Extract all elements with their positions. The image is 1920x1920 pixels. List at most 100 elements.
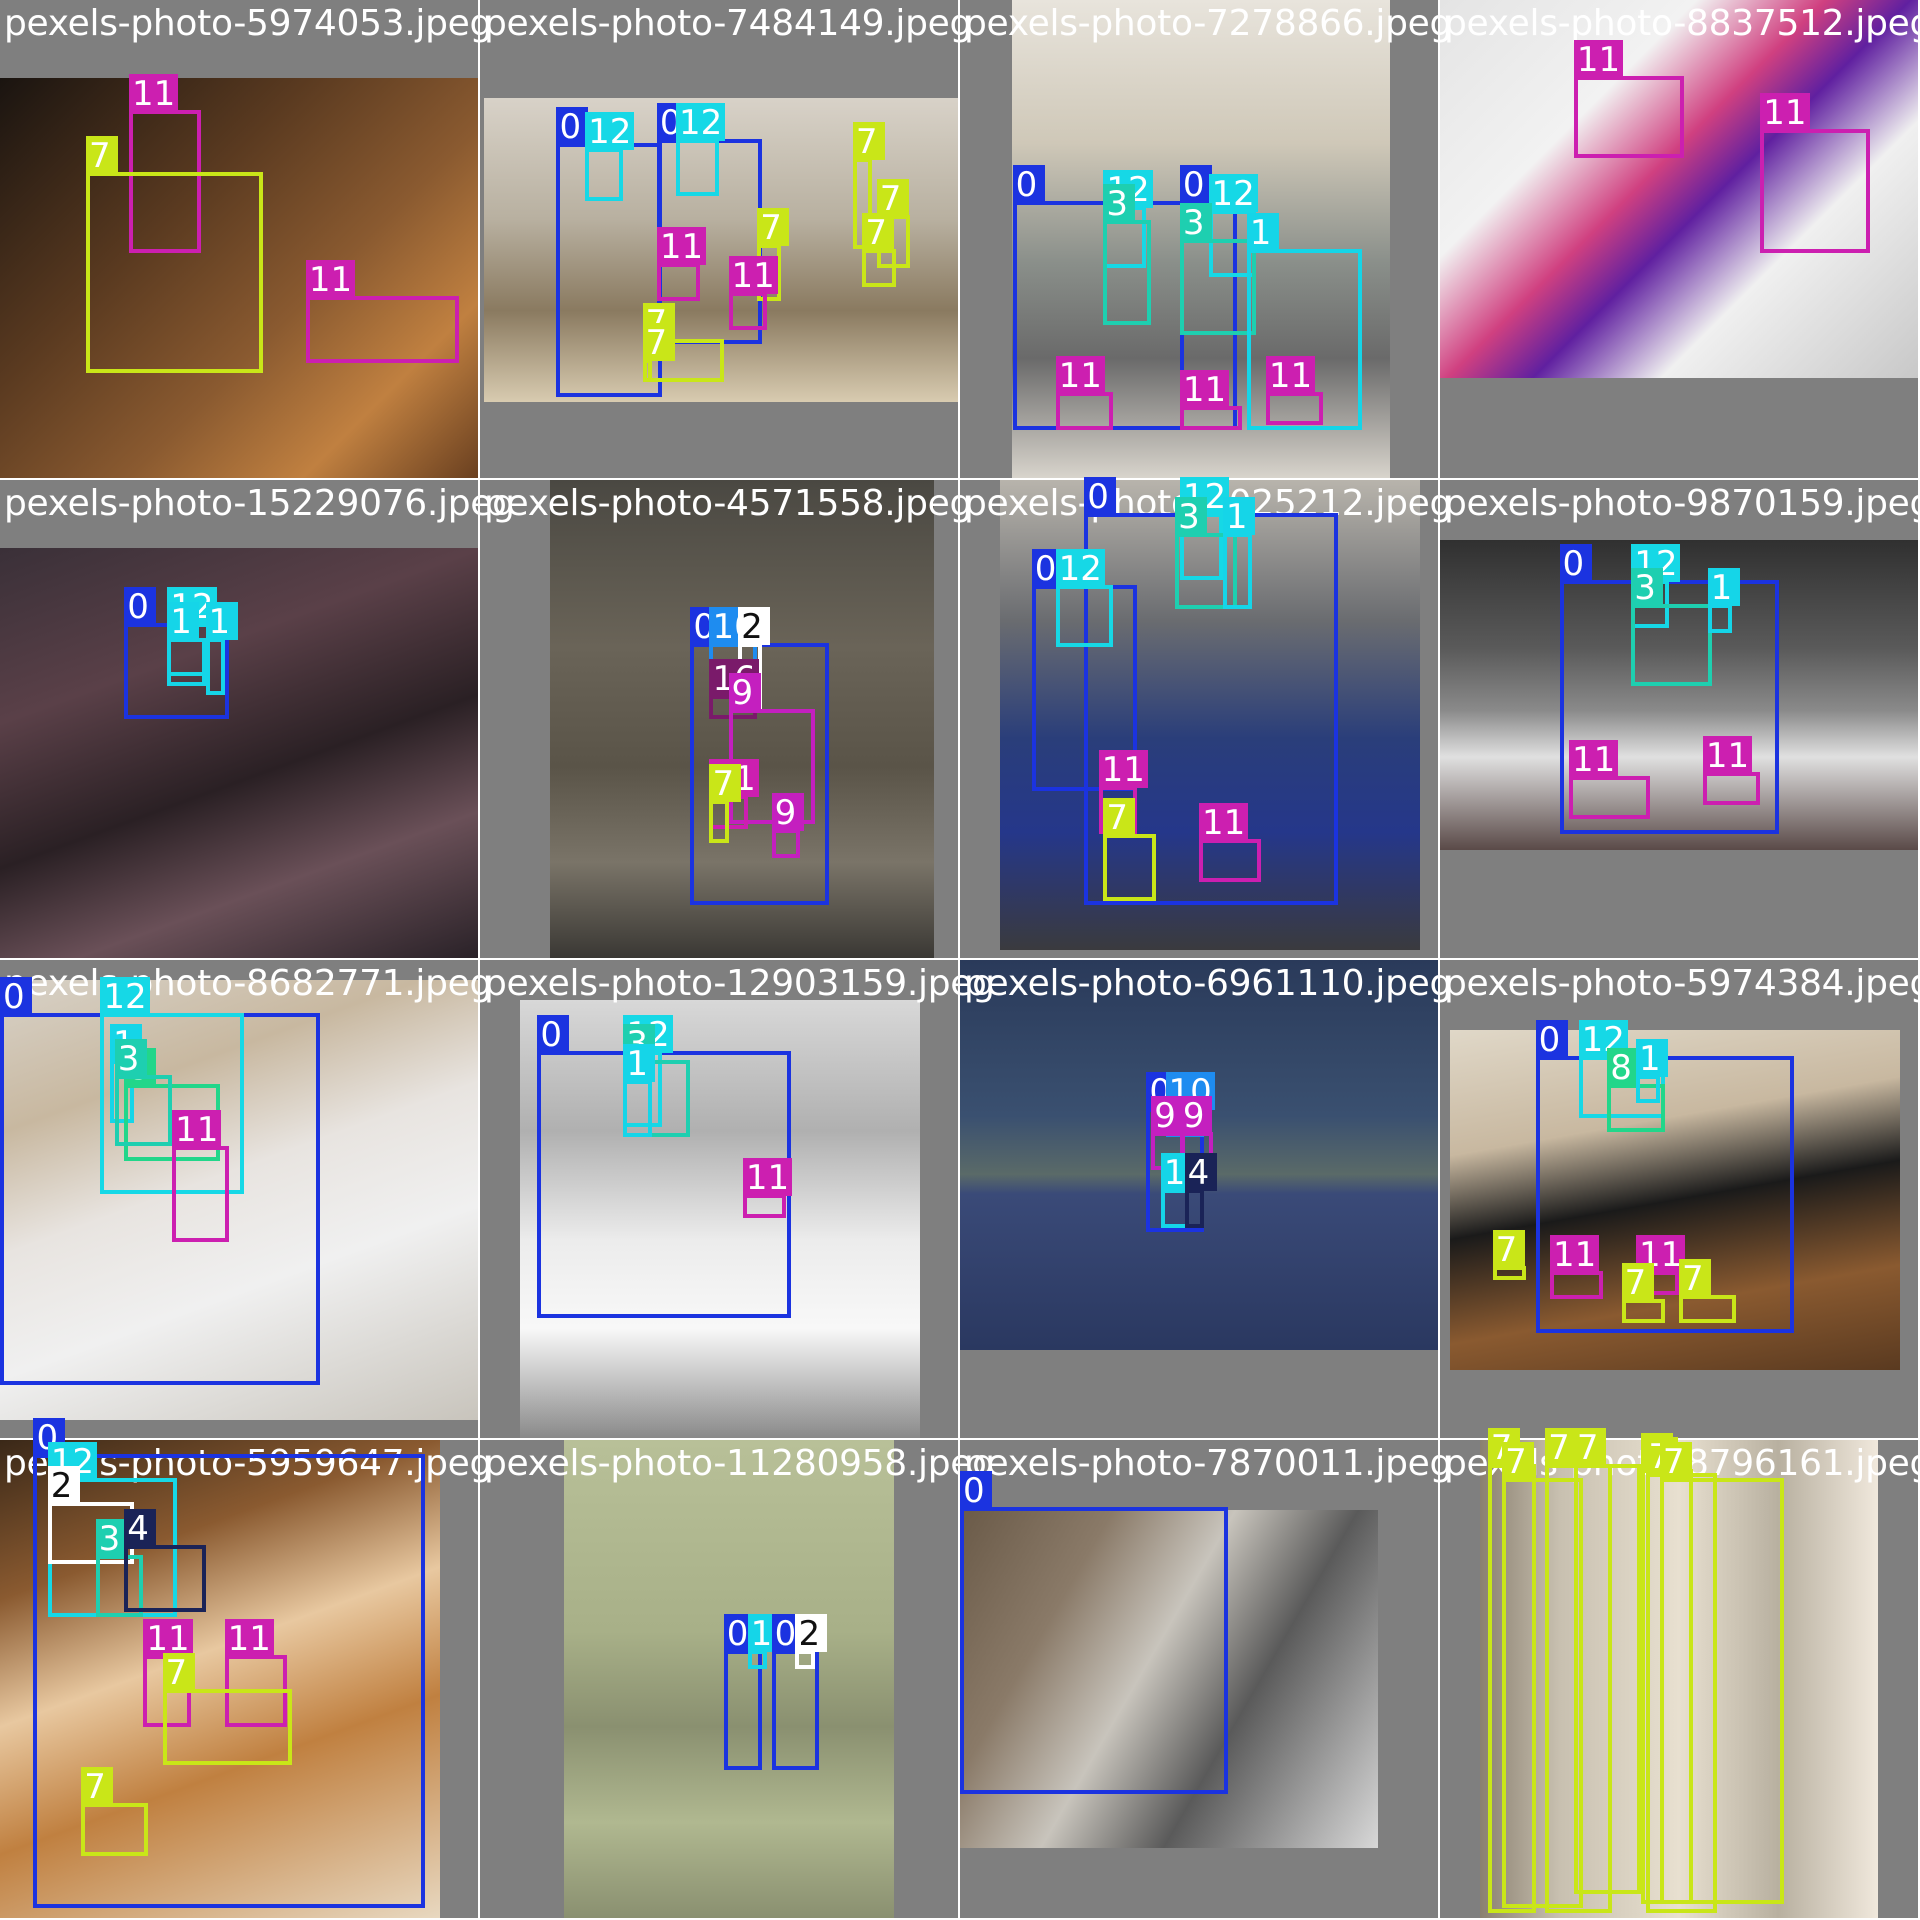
class-label: 12	[585, 112, 635, 152]
bounding-box-class-1: 1	[623, 1043, 656, 1137]
image-filename: pexels-photo-8682771.jpeg	[4, 963, 493, 1004]
class-label: 12	[1055, 549, 1105, 589]
bounding-box-class-7: 7	[709, 764, 742, 844]
class-label: 9	[1179, 1096, 1212, 1136]
class-label: 3	[1631, 568, 1664, 608]
bounding-box-class-11: 11	[172, 1110, 230, 1242]
bounding-box-class-11: 11	[742, 1158, 793, 1219]
bounding-box-class-7: 7	[1621, 1263, 1665, 1324]
bounding-box-class-12: 12	[585, 112, 635, 201]
image-filename: pexels-photo-5974053.jpeg	[4, 3, 493, 44]
class-label: 11	[1702, 735, 1753, 776]
bounding-box-class-11: 11	[656, 226, 707, 302]
class-label: 0	[1179, 164, 1212, 205]
class-label: 7	[852, 121, 885, 162]
mosaic-tile: pexels-photo-12903159.jpeg0123111	[480, 960, 995, 1438]
bounding-box-class-7: 7	[1659, 1442, 1785, 1904]
class-label: 11	[1265, 355, 1316, 396]
class-label: 0	[1084, 477, 1117, 517]
image-filename: pexels-photo-11280958.jpeg	[484, 1443, 995, 1484]
bounding-box-class-4: 4	[124, 1509, 206, 1613]
class-label: 7	[757, 207, 790, 248]
image-filename: pexels-photo-8837512.jpeg	[1444, 3, 1920, 44]
class-label: 0	[1535, 1019, 1568, 1060]
class-label: 11	[143, 1619, 193, 1659]
class-label: 1	[623, 1043, 656, 1084]
class-label: 12	[100, 976, 150, 1017]
class-label: 11	[1569, 740, 1619, 780]
class-label: 0	[0, 976, 32, 1017]
class-label: 0	[537, 1014, 570, 1055]
class-label: 7	[1103, 797, 1136, 838]
class-label: 7	[1573, 1427, 1606, 1468]
class-label: 7	[642, 322, 675, 363]
class-label: 8	[1607, 1048, 1640, 1088]
mosaic-tile: pexels-photo-5974053.jpeg 11 7 11	[0, 0, 492, 478]
class-label: 7	[876, 179, 909, 219]
class-label: 7	[1502, 1442, 1535, 1482]
class-label: 2	[795, 1614, 828, 1654]
class-label: 7	[862, 212, 895, 253]
bounding-box-class-3: 3	[114, 1038, 173, 1147]
bounding-box-class-3: 3	[1631, 568, 1713, 686]
class-label: 11	[1760, 93, 1810, 133]
class-label: 0	[1559, 544, 1592, 584]
bounding-box-class-2: 2	[795, 1614, 828, 1670]
class-label: 0	[1012, 164, 1045, 205]
class-label: 1	[1707, 568, 1740, 608]
class-label: 7	[709, 764, 742, 804]
image-filename: pexels-photo-7870011.jpeg	[964, 1443, 1453, 1484]
bounding-box-class-7: 7	[1103, 797, 1156, 901]
mosaic-tile: pexels-photo-7484149.jpeg 0 12 0 12 7 7 7 7 11 11 7…	[480, 0, 972, 478]
bounding-box-class-11: 11	[1760, 93, 1871, 254]
mosaic-tile: pexels-photo-8682771.jpeg01218311	[0, 960, 492, 1438]
mosaic-tile: pexels-photo-5959647.jpeg 0 12 2 3 4 11 11 7 7	[0, 1418, 492, 1918]
class-label: 11	[1055, 355, 1105, 396]
bounding-box-class-7: 7	[1573, 1427, 1641, 1895]
class-label: 11	[1199, 802, 1249, 843]
image-filename: pexels-photo-6961110.jpeg	[964, 963, 1453, 1004]
class-label: 11	[1098, 749, 1148, 790]
bounding-box-class-11: 11	[305, 260, 459, 364]
bounding-box-class-9: 9	[771, 792, 804, 858]
class-label: 11	[129, 73, 179, 114]
image-filename: pexels-photo-7278866.jpeg	[964, 3, 1453, 44]
class-label: 7	[162, 1652, 195, 1693]
bounding-box-class-7: 7	[86, 136, 263, 373]
bounding-box-class-7: 7	[81, 1767, 149, 1856]
mosaic-tile: pexels-photo-8796161.jpeg7777777	[1440, 1427, 1920, 1918]
mosaic-tile: pexels-photo-6961110.jpeg 0 10 9 9 1 4	[960, 960, 1452, 1438]
class-label: 3	[114, 1038, 147, 1079]
bounding-box-class-11: 11	[1702, 735, 1761, 806]
class-label: 4	[1184, 1153, 1217, 1193]
bounding-box-class-0: 0	[960, 1470, 1228, 1794]
class-label: 2	[47, 1466, 80, 1506]
class-label: 3	[1175, 496, 1208, 537]
bounding-box-class-1: 1	[167, 601, 206, 686]
class-label: 11	[656, 226, 707, 267]
class-label: 0	[124, 587, 157, 627]
class-label: 12	[675, 102, 726, 143]
mosaic-tile: pexels-photo-11280958.jpeg 0 1 0 2	[480, 1440, 995, 1918]
class-label: 4	[124, 1509, 157, 1549]
class-label: 0	[960, 1470, 992, 1511]
class-label: 2	[738, 606, 771, 647]
mosaic-tile: pexels-photo-5974384.jpeg 0 12 8 1 7 11 11 7 7	[1440, 960, 1920, 1438]
bounding-box-class-11: 11	[728, 255, 778, 330]
bounding-box-class-11: 11	[1549, 1234, 1603, 1300]
image-filename: pexels-photo-15229076.jpeg	[4, 483, 515, 524]
class-label: 7	[1621, 1263, 1654, 1303]
bounding-box-class-11: 11	[1569, 740, 1651, 820]
image-filename: pexels-photo-9870159.jpeg	[1444, 483, 1920, 524]
class-label: 11	[172, 1110, 222, 1150]
mosaic-tile: pexels-photo-9870159.jpeg 0 12 3 1 11 11	[1440, 480, 1920, 958]
class-label: 7	[1492, 1229, 1525, 1270]
mosaic-tile: pexels-photo-7870011.jpeg 0	[960, 1440, 1452, 1918]
bounding-box-class-11: 11	[1179, 370, 1242, 431]
bounding-box-class-3: 3	[1179, 203, 1257, 335]
class-label: 7	[1545, 1427, 1578, 1468]
bounding-box-class-12: 12	[675, 102, 726, 196]
class-label: 11	[1549, 1234, 1600, 1275]
class-label: 12	[1208, 174, 1258, 214]
image-filename: pexels-photo-4571558.jpeg	[484, 483, 973, 524]
